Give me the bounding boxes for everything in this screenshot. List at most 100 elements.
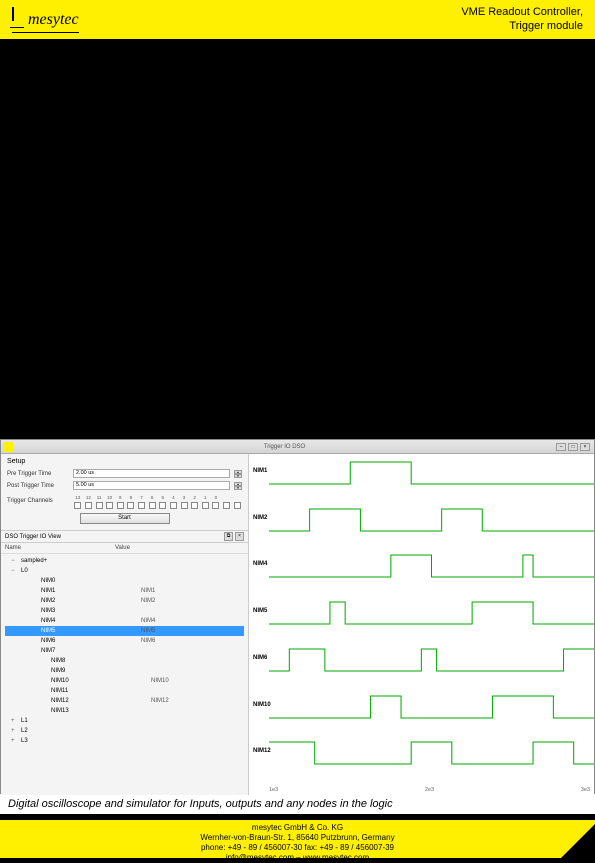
scope-x-axis: 1e32e33e3 <box>269 787 590 793</box>
channel-header: 8 <box>126 495 136 500</box>
posttrigger-input[interactable]: 5.00 us <box>73 481 230 490</box>
tree-item[interactable]: NIM9 <box>5 666 244 676</box>
channel-header: 4 <box>169 495 179 500</box>
channel-checkbox[interactable] <box>202 502 209 509</box>
channel-header: 0 <box>211 495 221 500</box>
channel-header-row: 131211109876543210 <box>73 495 242 500</box>
dso-window: Trigger IO DSO – □ × Setup Pre Trigger T… <box>0 439 595 794</box>
channel-header: 1 <box>201 495 211 500</box>
channel-checkbox[interactable] <box>85 502 92 509</box>
minimize-button[interactable]: – <box>556 443 566 451</box>
tree-item-name: sampled+ <box>21 558 121 564</box>
footer-corner <box>561 824 595 858</box>
tree-item-name: NIM3 <box>41 608 141 614</box>
tree-item-value: NIM4 <box>141 618 155 624</box>
channel-header: 13 <box>73 495 83 500</box>
trace-undock-button[interactable]: ⧉ <box>224 532 233 541</box>
channel-header: 11 <box>94 495 104 500</box>
channel-header: 3 <box>179 495 189 500</box>
tree-item-name: NIM5 <box>41 628 141 634</box>
channel-checkbox[interactable] <box>106 502 113 509</box>
channel-header: 10 <box>105 495 115 500</box>
channel-checkbox[interactable] <box>181 502 188 509</box>
tree-item[interactable]: NIM0 <box>5 576 244 586</box>
channel-checkbox[interactable] <box>170 502 177 509</box>
tree-item[interactable]: NIM10NIM10 <box>5 676 244 686</box>
tree-item-name: NIM8 <box>51 658 151 664</box>
scope-trace-label: NIM1 <box>253 468 267 474</box>
trace-panel-controls: ⧉ × <box>224 532 244 541</box>
channel-checkbox[interactable] <box>96 502 103 509</box>
tree-item[interactable]: NIM2NIM2 <box>5 596 244 606</box>
expand-icon[interactable]: + <box>11 738 21 744</box>
window-title: Trigger IO DSO <box>13 444 556 450</box>
channels-grid-wrap: 131211109876543210 <box>73 493 242 509</box>
tree-item-value: NIM10 <box>151 678 169 684</box>
channel-header: 5 <box>158 495 168 500</box>
scope-panel[interactable]: NIM1NIM2NIM4NIM5NIM6NIM10NIM121e32e33e3 <box>249 454 594 795</box>
posttrigger-row: Post Trigger Time 5.00 us ▲▼ <box>7 481 242 490</box>
tree-item[interactable]: NIM3 <box>5 606 244 616</box>
footer-line-4: info@mesytec.com – www.mesytec.com <box>0 853 595 863</box>
expand-icon[interactable]: + <box>11 728 21 734</box>
tree-item[interactable]: NIM1NIM1 <box>5 586 244 596</box>
tree-item[interactable]: NIM5NIM5 <box>5 626 244 636</box>
channel-checkbox[interactable] <box>212 502 219 509</box>
channel-checkbox[interactable] <box>127 502 134 509</box>
footer-line-1: mesytec GmbH & Co. KG <box>0 823 595 833</box>
tree-item[interactable]: NIM13 <box>5 706 244 716</box>
channel-checkbox[interactable] <box>149 502 156 509</box>
expand-icon[interactable]: − <box>11 568 21 574</box>
axis-tick: 1e3 <box>269 787 278 793</box>
tree-item-value: NIM5 <box>141 628 155 634</box>
scope-trace: NIM6 <box>249 641 594 688</box>
expand-icon[interactable]: − <box>11 558 21 564</box>
start-button[interactable]: Start <box>80 513 170 524</box>
scope-trace: NIM10 <box>249 688 594 735</box>
pretrigger-spinner[interactable]: ▲▼ <box>234 470 242 478</box>
tree-group[interactable]: −L0 <box>5 566 244 576</box>
channel-checkbox[interactable] <box>191 502 198 509</box>
channel-checkbox[interactable] <box>223 502 230 509</box>
channel-header <box>222 495 232 500</box>
close-button[interactable]: × <box>580 443 590 451</box>
channel-checkbox[interactable] <box>234 502 241 509</box>
window-buttons: – □ × <box>556 443 590 451</box>
tree-item-name: NIM12 <box>51 698 151 704</box>
channel-header: 9 <box>116 495 126 500</box>
tree-group[interactable]: +L1 <box>5 716 244 726</box>
channel-checkbox-row <box>73 502 242 509</box>
tree-item[interactable]: NIM12NIM12 <box>5 696 244 706</box>
tree-group[interactable]: +L2 <box>5 726 244 736</box>
tree-group[interactable]: +L3 <box>5 736 244 746</box>
tree-item-name: NIM9 <box>51 668 151 674</box>
scope-trace: NIM5 <box>249 594 594 641</box>
tree-item[interactable]: NIM6NIM6 <box>5 636 244 646</box>
axis-tick: 2e3 <box>425 787 434 793</box>
tree-group[interactable]: −sampled+ <box>5 556 244 566</box>
trace-close-button[interactable]: × <box>235 532 244 541</box>
trace-panel: DSO Trigger IO View ⧉ × Name Value −samp… <box>1 531 248 795</box>
trace-panel-titlebar: DSO Trigger IO View ⧉ × <box>1 531 248 543</box>
channel-checkbox[interactable] <box>117 502 124 509</box>
channel-checkbox[interactable] <box>74 502 81 509</box>
tree-item[interactable]: NIM8 <box>5 656 244 666</box>
posttrigger-spinner[interactable]: ▲▼ <box>234 482 242 490</box>
maximize-button[interactable]: □ <box>568 443 578 451</box>
tree-item[interactable]: NIM7 <box>5 646 244 656</box>
tree-item[interactable]: NIM4NIM4 <box>5 616 244 626</box>
expand-icon[interactable]: + <box>11 718 21 724</box>
trace-tree[interactable]: −sampled+−L0NIM0NIM1NIM1NIM2NIM2NIM3NIM4… <box>1 554 248 748</box>
pretrigger-input[interactable]: 2.00 us <box>73 469 230 478</box>
upper-image-placeholder <box>0 40 595 439</box>
tree-item-name: NIM11 <box>51 688 151 694</box>
tree-item[interactable]: NIM11 <box>5 686 244 696</box>
channel-checkbox[interactable] <box>138 502 145 509</box>
channel-checkbox[interactable] <box>159 502 166 509</box>
trace-columns-header: Name Value <box>1 543 248 554</box>
scope-trace: NIM4 <box>249 547 594 594</box>
scope-trace: NIM12 <box>249 734 594 781</box>
window-titlebar[interactable]: Trigger IO DSO – □ × <box>1 440 594 454</box>
page-header: mesytec VME Readout Controller, Trigger … <box>0 0 595 40</box>
tree-item-name: NIM6 <box>41 638 141 644</box>
